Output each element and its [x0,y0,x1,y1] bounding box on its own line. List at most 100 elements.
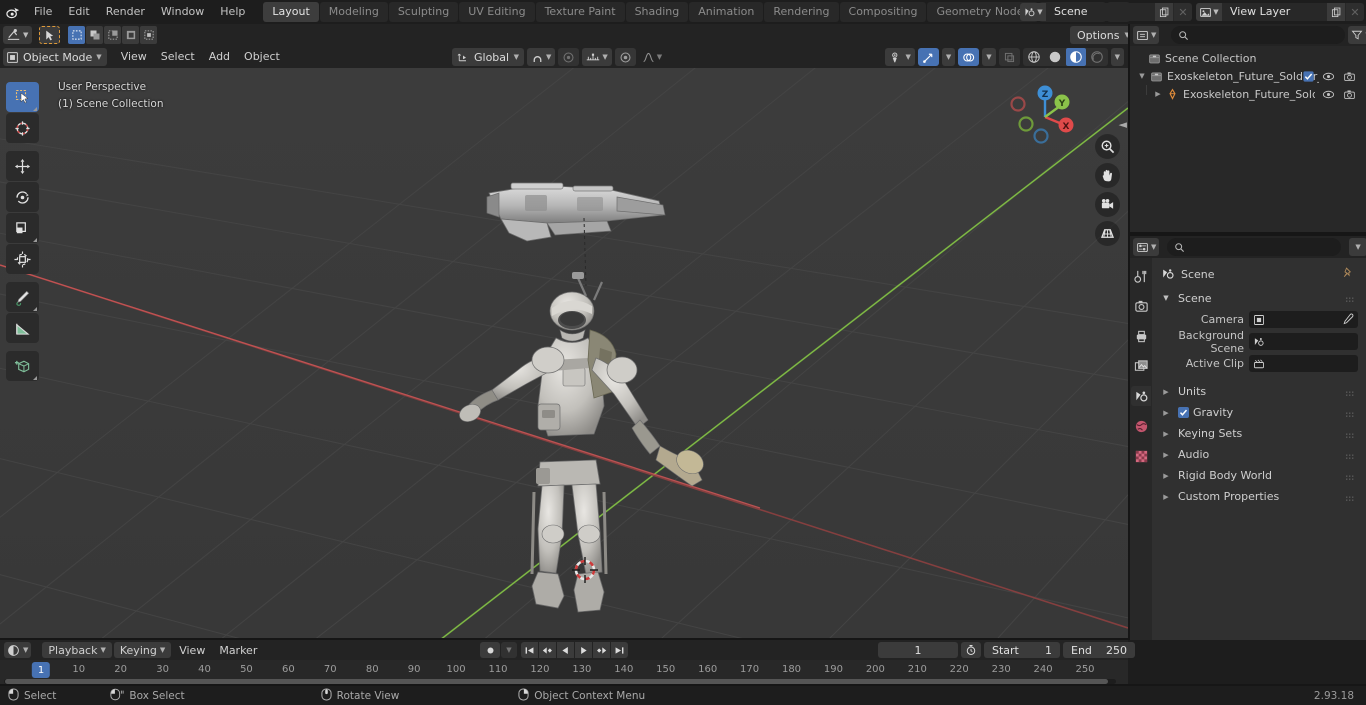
timeline-playhead[interactable]: 1 [31,662,51,678]
horizontal-divider-timeline[interactable] [0,638,1128,640]
material-preview-shading-button[interactable] [1065,48,1086,66]
viewport-menu-add[interactable]: Add [202,48,237,66]
tab-uv-editing[interactable]: UV Editing [459,2,535,22]
tab-shading[interactable]: Shading [625,2,689,22]
new-view-layer-button[interactable] [1327,3,1345,21]
tweak-select-tool[interactable] [6,82,39,112]
outliner-row-scene-collection[interactable]: ▶ Scene Collection [1130,49,1366,67]
active-clip-field[interactable] [1249,355,1358,372]
outliner-search-field[interactable] [1193,28,1339,42]
properties-editor-type-button[interactable]: ▼ [1133,238,1160,256]
cursor-tool[interactable] [6,113,39,143]
auto-keying-dropdown[interactable]: ▼ [501,642,517,658]
properties-options-dropdown[interactable]: ▼ [1349,238,1366,256]
falloff-dropdown[interactable]: ▼ [639,48,665,66]
background-scene-field[interactable] [1249,333,1358,350]
active-tool-button[interactable] [39,26,61,44]
select-extend-icon[interactable] [86,26,104,44]
tab-compositing[interactable]: Compositing [839,2,927,22]
add-cube-tool[interactable] [6,351,39,381]
scene-tab[interactable] [1131,386,1151,406]
units-section[interactable]: ▶ Units [1156,381,1362,402]
horizontal-divider-right[interactable] [1130,232,1366,236]
expand-arrow-icon[interactable]: ▼ [1136,72,1148,80]
frame-start-field[interactable]: Start 1 [984,642,1060,658]
options-button[interactable]: Options ▼ [1070,26,1137,44]
transform-orientation-dropdown[interactable]: Global ▼ [452,48,524,66]
auto-keying-button[interactable] [480,642,500,658]
select-subtract-icon[interactable] [104,26,122,44]
transform-tool[interactable] [6,244,39,274]
timeline-editor[interactable]: 10 20 30 40 50 60 70 80 90 100 110 120 130 140 150 160 1… [0,660,1128,685]
scene-icon[interactable]: ▼ [1020,3,1046,21]
tab-animation[interactable]: Animation [689,2,764,22]
filter-icon[interactable]: ▼ [1348,26,1366,44]
viewport-menu-select[interactable]: Select [154,48,202,66]
timeline-editor-type-button[interactable]: ▼ [4,642,32,658]
eye-icon[interactable] [1322,88,1335,101]
scale-tool[interactable] [6,213,39,243]
annotate-tool[interactable] [6,282,39,312]
properties-search-field[interactable] [1189,240,1335,254]
3d-viewport[interactable]: User Perspective (1) Scene Collection Z … [0,68,1128,640]
world-tab[interactable] [1131,416,1151,436]
sidebar-collapse-arrow[interactable]: ◄ [1119,118,1127,131]
expand-arrow-icon[interactable]: ▶ [1152,90,1164,98]
scene-panel-header[interactable]: ▼ Scene [1156,287,1362,309]
menu-window[interactable]: Window [153,0,212,24]
camera-icon[interactable] [1343,88,1356,101]
snap-magnet-button[interactable]: ▼ [527,48,556,66]
camera-view-icon[interactable] [1095,192,1120,217]
play-reverse-button[interactable] [557,642,574,658]
tool-tab[interactable] [1131,266,1151,286]
playback-dropdown[interactable]: Playback ▼ [42,642,112,658]
scene-name-field[interactable]: Scene [1046,3,1154,21]
shading-dropdown[interactable]: ▼ [1110,48,1124,66]
previous-keyframe-button[interactable] [539,642,556,658]
timeline-menu-marker[interactable]: Marker [213,642,263,658]
tab-modeling[interactable]: Modeling [319,2,388,22]
visibility-dropdown[interactable]: ▼ [885,48,915,66]
use-preview-range-button[interactable] [961,642,981,658]
snap-increment-button[interactable]: ▼ [582,48,612,66]
mode-dropdown[interactable]: Object Mode ▼ [3,48,107,66]
properties-editor[interactable]: Scene ▼ Scene Camera Background Scene Ac… [1130,258,1366,640]
collection-checkbox[interactable] [1303,70,1314,82]
new-scene-button[interactable] [1155,3,1173,21]
render-tab[interactable] [1131,296,1151,316]
gizmo-toggle-button[interactable] [917,48,939,66]
pan-hand-icon[interactable] [1095,163,1120,188]
move-tool[interactable] [6,151,39,181]
view-axis-gizmo[interactable]: Z Y X [1004,76,1086,158]
jump-to-start-button[interactable] [521,642,538,658]
solid-shading-button[interactable] [1045,48,1065,66]
measure-tool[interactable] [6,313,39,343]
rendered-shading-button[interactable] [1087,48,1107,66]
view-layer-name-field[interactable]: View Layer [1222,3,1326,21]
menu-file[interactable]: File [26,0,60,24]
audio-section[interactable]: ▶ Audio [1156,444,1362,465]
custom-properties-section[interactable]: ▶ Custom Properties [1156,486,1362,507]
blender-logo-icon[interactable] [0,0,26,24]
outliner-row-collection-object[interactable]: ▼ Exoskeleton_Future_Soldier_A [1130,67,1366,85]
pin-icon[interactable] [1342,266,1354,282]
properties-search-input[interactable] [1167,238,1342,256]
delete-view-layer-button[interactable]: ✕ [1346,3,1364,21]
delete-scene-button[interactable]: ✕ [1174,3,1192,21]
zoom-icon[interactable] [1095,134,1120,159]
keying-sets-section[interactable]: ▶ Keying Sets [1156,423,1362,444]
eye-icon[interactable] [1322,70,1335,83]
play-button[interactable] [575,642,592,658]
proportional-editing-toggle[interactable] [614,48,636,66]
timeline-menu-view[interactable]: View [173,642,211,658]
wireframe-shading-button[interactable] [1024,48,1044,66]
view-layer-tab[interactable] [1131,356,1151,376]
ortho-persp-icon[interactable] [1095,221,1120,246]
rigid-body-world-section[interactable]: ▶ Rigid Body World [1156,465,1362,486]
view-layer-icon[interactable]: ▼ [1196,3,1222,21]
menu-render[interactable]: Render [98,0,153,24]
frame-end-field[interactable]: End 250 [1063,642,1135,658]
outliner-row-armature-object[interactable]: ▶ Exoskeleton_Future_Sold [1130,85,1366,103]
menu-help[interactable]: Help [212,0,253,24]
editor-type-button[interactable]: ▼ [3,26,33,44]
